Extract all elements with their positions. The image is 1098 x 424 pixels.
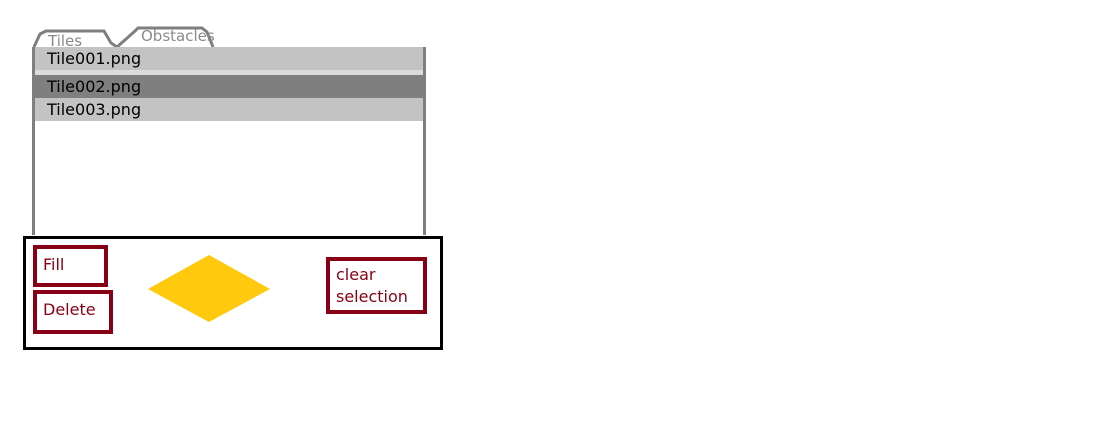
fill-button[interactable]: Fill — [33, 245, 108, 287]
diamond-tile-preview-icon — [148, 255, 270, 322]
list-item-tile001[interactable]: Tile001.png — [35, 47, 423, 70]
fill-button-label: Fill — [43, 255, 65, 274]
tab-obstacles[interactable]: Obstacles — [141, 29, 215, 44]
clear-selection-button[interactable]: clear selection — [326, 257, 427, 314]
clear-selection-label-line1: clear — [336, 265, 376, 284]
delete-button[interactable]: Delete — [33, 290, 113, 334]
list-item-tile003[interactable]: Tile003.png — [35, 98, 423, 121]
tile-action-panel: Fill Delete clear selection — [23, 236, 443, 350]
tile-list: Tile001.png Tile002.png Tile003.png — [32, 47, 426, 235]
clear-selection-label-line2: selection — [336, 287, 408, 306]
delete-button-label: Delete — [43, 300, 96, 319]
list-item-tile002[interactable]: Tile002.png — [35, 75, 423, 98]
